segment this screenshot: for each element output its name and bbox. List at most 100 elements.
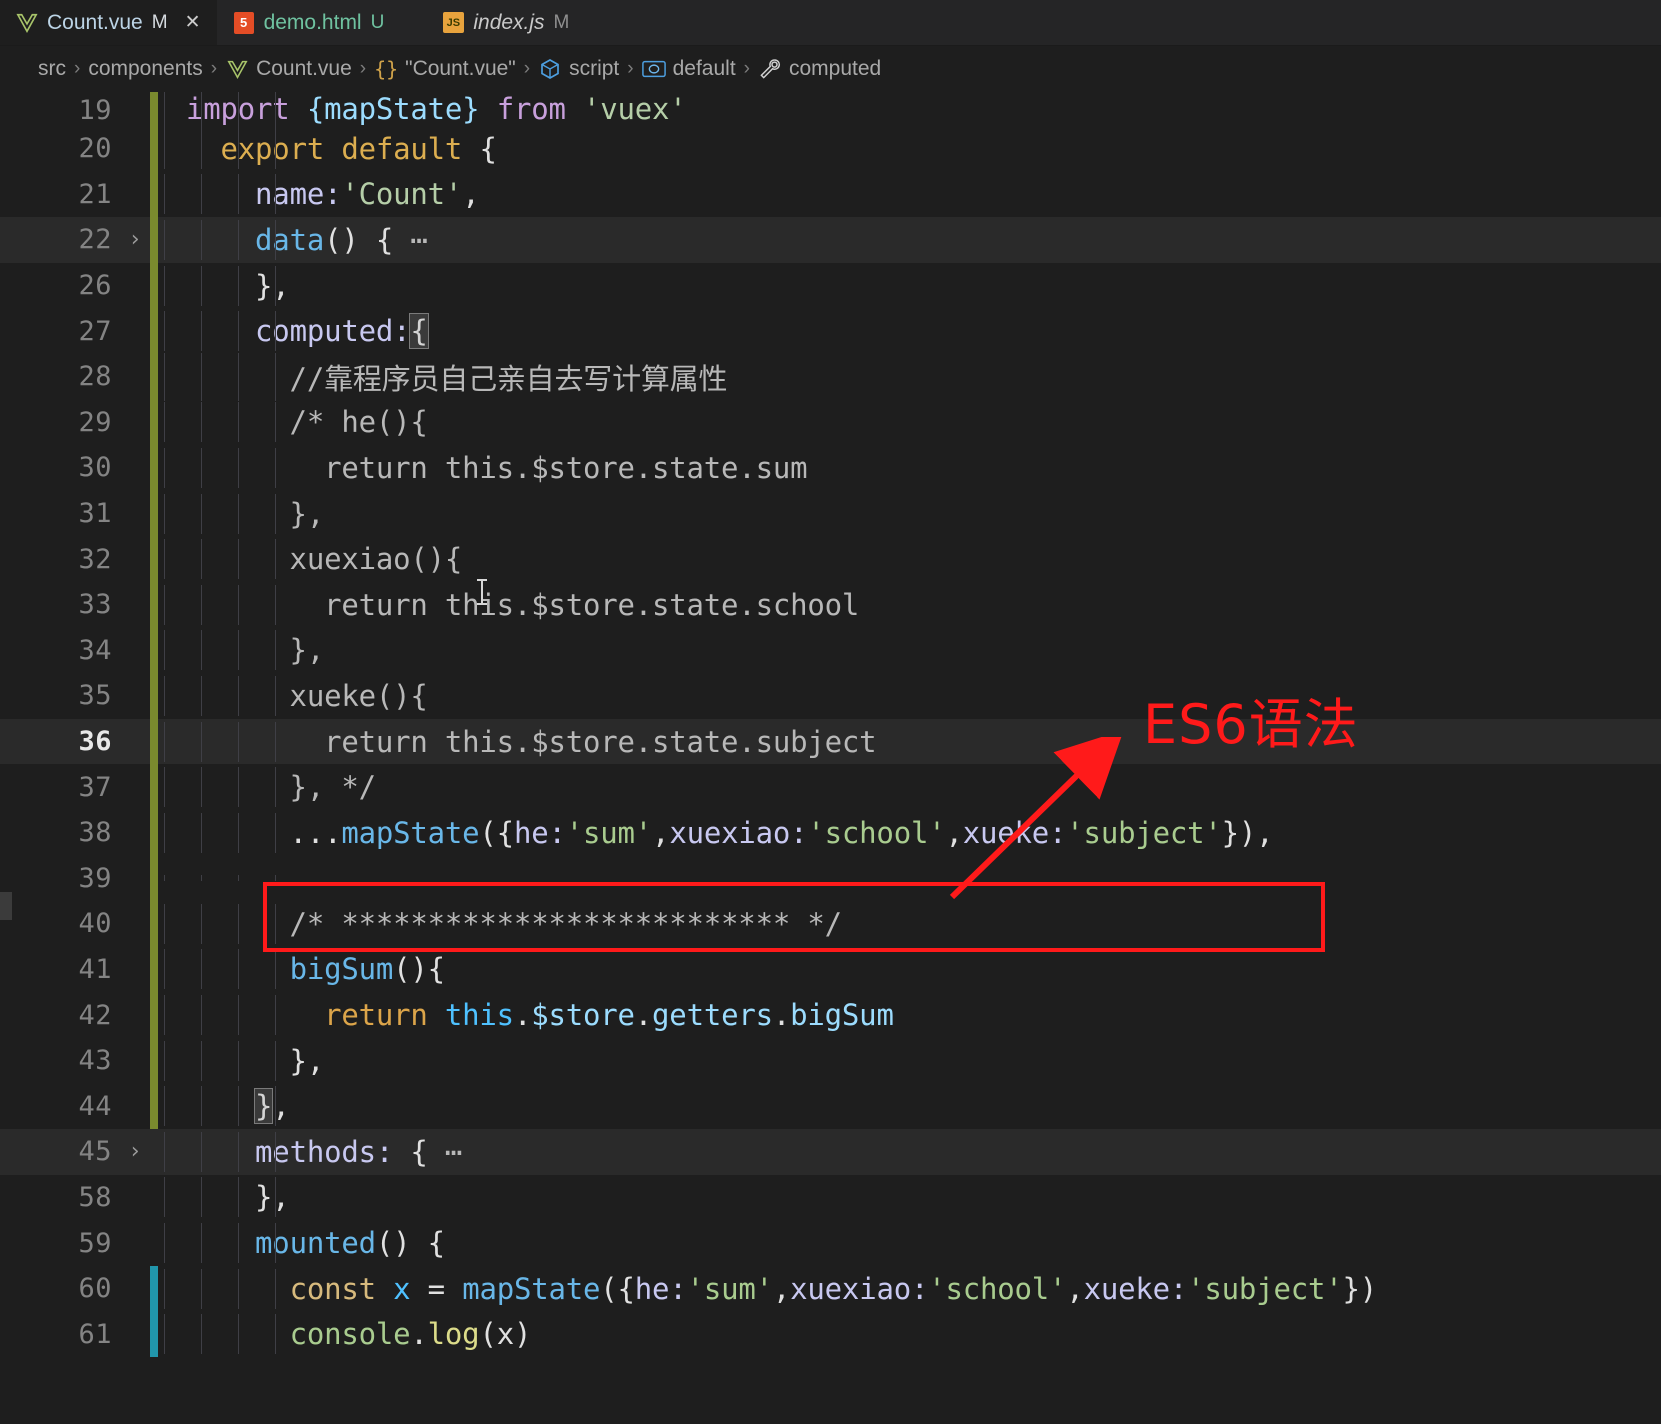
code-text[interactable]: /* ************************** */	[158, 903, 1661, 944]
code-line[interactable]: 32 xuexiao(){	[0, 536, 1661, 582]
code-line[interactable]: 34 },	[0, 627, 1661, 674]
code-text[interactable]: return this.$store.state.school	[158, 584, 1661, 625]
code-line[interactable]: 36 return this.$store.state.subject	[0, 718, 1661, 765]
code-token: ...	[186, 815, 342, 850]
code-text[interactable]: return this.$store.getters.bigSum	[158, 995, 1661, 1036]
indent-guide	[201, 174, 202, 215]
indent-guide	[275, 447, 276, 488]
code-line[interactable]: 43 },	[0, 1037, 1661, 1084]
code-text[interactable]: },	[158, 1086, 1661, 1127]
code-text[interactable]: mounted() {	[158, 1223, 1661, 1264]
code-token: 'sum'	[565, 815, 653, 850]
indent-guide	[275, 903, 276, 944]
code-line[interactable]: 28 //靠程序员自己亲自去写计算属性	[0, 352, 1661, 401]
code-lines[interactable]: 19 import {mapState} from 'vuex' 20 export…	[0, 92, 1661, 1358]
indent-guide	[275, 995, 276, 1036]
code-text[interactable]: },	[158, 630, 1661, 671]
code-line[interactable]: 39	[0, 855, 1661, 902]
code-token: import	[186, 92, 307, 126]
code-text[interactable]: },	[158, 493, 1661, 534]
indent-guide	[238, 1314, 239, 1355]
chevron-right-icon: ›	[74, 58, 81, 79]
code-line[interactable]: 41 bigSum(){	[0, 946, 1661, 993]
code-line[interactable]: 37 }, */	[0, 764, 1661, 810]
code-text[interactable]: bigSum(){	[158, 949, 1661, 990]
line-number: 33	[78, 589, 112, 621]
code-text[interactable]: /* he(){	[158, 402, 1661, 443]
code-text[interactable]: }, */	[158, 767, 1661, 808]
tab-demo-html[interactable]: 5 demo.html U	[216, 0, 399, 45]
editor-scrollbar-marker[interactable]	[0, 892, 12, 920]
breadcrumb-item-default[interactable]: default	[641, 57, 736, 81]
breadcrumb-label: Count.vue	[256, 57, 352, 80]
code-text[interactable]: },	[158, 1040, 1661, 1081]
line-number: 22	[78, 224, 112, 256]
code-text[interactable]: const x = mapState({he:'sum',xuexiao:'sc…	[158, 1268, 1661, 1309]
tab-count-vue[interactable]: Count.vue M ✕	[0, 0, 217, 45]
code-line[interactable]: 20 export default {	[0, 126, 1661, 172]
code-line[interactable]: 29 /* he(){	[0, 399, 1661, 446]
breadcrumb-item-computed[interactable]: computed	[758, 57, 881, 81]
code-text[interactable]: console.log(x)	[158, 1314, 1661, 1355]
code-line[interactable]: 22 › data() { ⋯	[0, 217, 1661, 263]
tab-index-js[interactable]: JS index.js M	[426, 0, 584, 45]
git-change-marker	[150, 1311, 158, 1358]
indent-guide	[164, 1223, 165, 1264]
code-line[interactable]: 58 },	[0, 1175, 1661, 1221]
code-line[interactable]: 27 computed:{	[0, 308, 1661, 354]
code-line[interactable]: 40 /* ************************** */	[0, 901, 1661, 947]
code-line[interactable]: 21 name:'Count',	[0, 171, 1661, 218]
code-token: ,	[772, 1271, 791, 1306]
code-token: xueke:	[1083, 1271, 1188, 1306]
code-token: this	[427, 998, 514, 1033]
code-text[interactable]: methods: { ⋯	[158, 1131, 1661, 1172]
code-line[interactable]: 30 return this.$store.state.sum	[0, 445, 1661, 491]
code-text[interactable]: name:'Count',	[158, 174, 1661, 215]
indent-guide	[164, 447, 165, 488]
code-line[interactable]: 59 mounted() {	[0, 1220, 1661, 1266]
code-line[interactable]: 33 return this.$store.state.school	[0, 581, 1661, 628]
code-text[interactable]: xuexiao(){	[158, 539, 1661, 580]
code-line[interactable]: 35 xueke(){	[0, 673, 1661, 719]
code-text[interactable]: return this.$store.state.sum	[158, 447, 1661, 488]
code-text[interactable]: },	[158, 1177, 1661, 1218]
code-text[interactable]: //靠程序员自己亲自去写计算属性	[158, 352, 1661, 401]
code-token: 'sum'	[686, 1271, 774, 1306]
fold-chevron-icon[interactable]: ›	[120, 227, 150, 252]
code-text[interactable]: export default {	[158, 128, 1661, 169]
code-text[interactable]: xueke(){	[158, 675, 1661, 716]
breadcrumb-item-script[interactable]: script	[538, 57, 619, 81]
code-token: xuexiao(){	[186, 542, 463, 577]
code-line[interactable]: 31 },	[0, 490, 1661, 537]
code-text[interactable]: import {mapState} from 'vuex'	[158, 92, 1661, 129]
code-text[interactable]: data() { ⋯	[158, 219, 1661, 260]
code-line[interactable]: 44 },	[0, 1083, 1661, 1130]
code-line[interactable]: 45 › methods: { ⋯	[0, 1129, 1661, 1175]
close-icon[interactable]: ✕	[183, 11, 203, 34]
code-line[interactable]: 61 console.log(x)	[0, 1311, 1661, 1358]
indent-guide	[201, 1086, 202, 1127]
code-text[interactable]: },	[158, 265, 1661, 306]
code-token: return	[324, 998, 428, 1033]
code-line[interactable]: 19 import {mapState} from 'vuex'	[0, 92, 1661, 129]
code-editor[interactable]: 19 import {mapState} from 'vuex' 20 export…	[0, 92, 1661, 1424]
code-line[interactable]: 60 const x = mapState({he:'sum',xuexiao:…	[0, 1265, 1661, 1312]
braces-symbol-icon: {}	[374, 57, 399, 81]
code-text[interactable]: return this.$store.state.subject	[158, 721, 1661, 762]
js-file-icon: JS	[442, 12, 464, 34]
breadcrumb-item-count-vue-symbol[interactable]: {} "Count.vue"	[374, 57, 516, 81]
code-line[interactable]: 38 ...mapState({he:'sum',xuexiao:'school…	[0, 809, 1661, 856]
breadcrumb-item-components[interactable]: components	[88, 57, 202, 81]
code-token: ,	[1066, 1271, 1084, 1306]
vue-file-icon	[225, 57, 249, 81]
code-text[interactable]: ...mapState({he:'sum',xuexiao:'school',x…	[158, 812, 1661, 853]
code-line[interactable]: 42 return this.$store.getters.bigSum	[0, 992, 1661, 1038]
code-line[interactable]: 26 },	[0, 262, 1661, 309]
code-text[interactable]: computed:{	[158, 311, 1661, 352]
breadcrumb-item-src[interactable]: src	[38, 57, 66, 81]
line-number: 41	[78, 953, 112, 985]
indent-guide	[275, 92, 276, 129]
fold-chevron-icon[interactable]: ›	[120, 1139, 150, 1164]
breadcrumb-item-count-vue[interactable]: Count.vue	[225, 57, 352, 81]
